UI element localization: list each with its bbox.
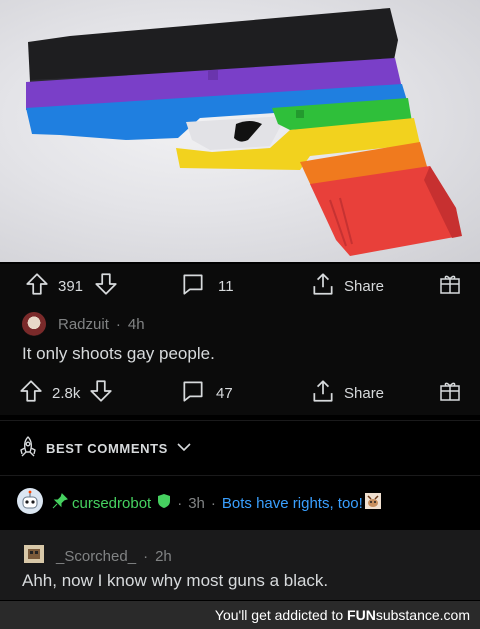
gift-icon [438,379,462,408]
post-vote-count: 391 [58,277,84,295]
watermark-brand-rest: substance.com [375,607,470,623]
gift-icon [438,272,462,301]
post-award-button[interactable] [438,264,462,308]
comment-action-bar: 2.8k 47 Share [0,371,480,415]
upvote-icon[interactable] [24,271,50,302]
moderator-shield-icon [157,493,171,513]
sort-label: BEST COMMENTS [46,441,168,456]
upvote-icon[interactable] [18,378,44,409]
meta-dot: · [115,315,121,333]
comment-award-button[interactable] [438,371,462,415]
flair-emoji-icon [364,493,381,513]
comment-meta: cursedrobot · 3h · Bots have rights, too… [16,487,381,519]
comment-share-label: Share [344,384,385,402]
comment-meta: Radzuit · 4h [22,312,145,336]
post-vote-group: 391 [24,264,119,308]
avatar[interactable] [22,312,46,336]
comment-author[interactable]: _Scorched_ [56,548,136,565]
post-share-label: Share [344,277,385,295]
post-share-button[interactable]: Share [310,264,384,308]
comment-age: 4h [127,315,145,333]
rocket-icon [16,435,40,464]
comment-icon [180,378,206,409]
comment-body: It only shoots gay people. [22,344,215,363]
meta-dot: · [210,494,216,512]
comment-author[interactable]: Radzuit [58,316,109,333]
comment-reply-count: 47 [216,384,233,402]
comment-age: 3h [188,494,205,512]
comment-reply-button[interactable]: 47 [180,371,233,415]
comment-cursedrobot: cursedrobot · 3h · Bots have rights, too… [0,475,480,525]
post-comment-count: 11 [218,277,234,295]
post-comments-button[interactable]: 11 [180,264,234,308]
comment-share-button[interactable]: Share [310,371,384,415]
comment-age: 2h [155,547,172,565]
share-icon [310,378,336,409]
comment-vote-group: 2.8k [18,371,114,415]
comment-sort-bar[interactable]: BEST COMMENTS [0,420,480,474]
comment-vote-count: 2.8k [52,384,81,402]
watermark-brand-bold: FUN [347,607,376,623]
meta-dot: · [177,494,183,512]
chevron-down-icon [176,440,192,459]
share-icon [310,271,336,302]
watermark-text: You'll get addicted to FUNsubstance.com [215,607,470,623]
post-image[interactable] [0,0,480,262]
post-action-bar: 391 11 Share [0,264,480,308]
comment-radzuit: Radzuit · 4h It only shoots gay people. [0,308,480,372]
robot-avatar-icon[interactable] [16,487,44,519]
comment-icon [180,271,206,302]
comment-scorched: _Scorched_ · 2h Ahh, now I know why most… [0,530,480,600]
comment-body: Ahh, now I know why most guns a black. [22,571,329,590]
downvote-icon[interactable] [88,378,114,409]
avatar[interactable] [22,542,46,570]
pin-icon [52,493,68,513]
downvote-icon[interactable] [93,271,119,302]
rainbow-pistol-image [26,8,462,256]
watermark-bar: You'll get addicted to FUNsubstance.com [0,601,480,629]
comment-meta: _Scorched_ · 2h [22,542,172,570]
meta-dot: · [143,547,149,565]
user-flair: Bots have rights, too! [221,494,363,512]
watermark-prefix: You'll get addicted to [214,607,348,623]
comment-author[interactable]: cursedrobot [72,495,151,512]
